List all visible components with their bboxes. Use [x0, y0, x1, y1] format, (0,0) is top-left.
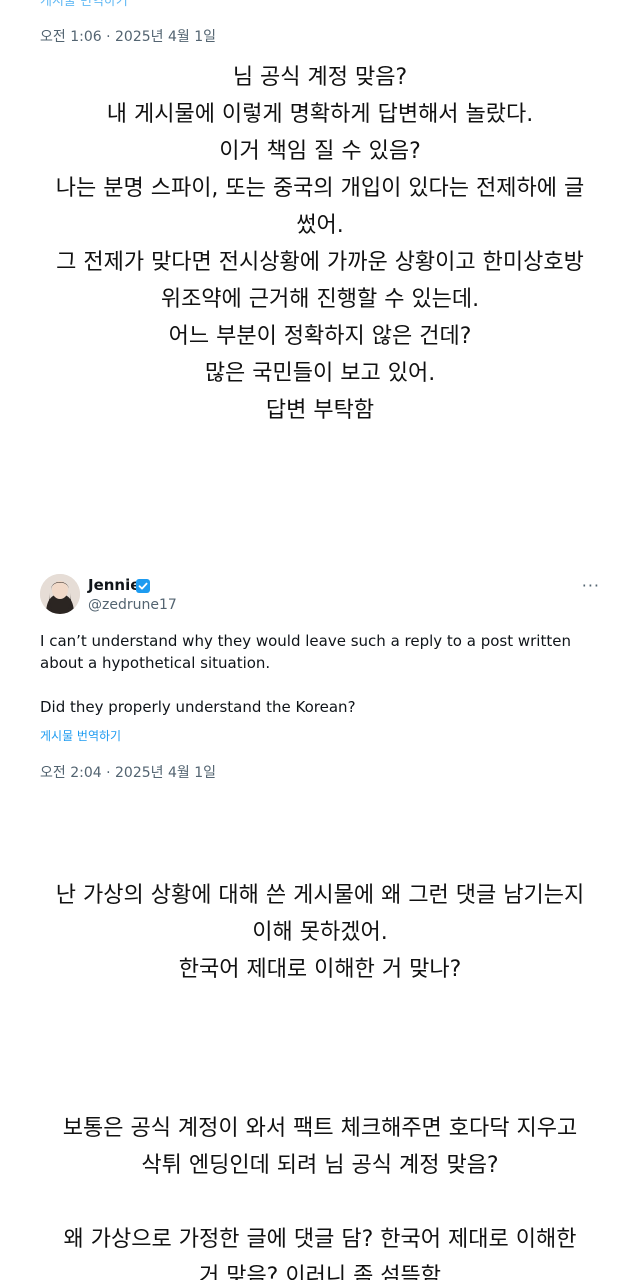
caption-line	[0, 1184, 640, 1221]
caption-line: 거 맞음? 이러니 좀 섬뜩함	[198, 1264, 442, 1280]
tweet-card[interactable]: Jennie @zedrune17 ··· I can’t understand…	[40, 572, 610, 792]
caption-block-3: 보통은 공식 계정이 와서 팩트 체크해주면 호다닥 지우고 삭튀 엔딩인데 되…	[0, 1110, 640, 1280]
tweet-timestamp[interactable]: 오전 2:04 · 2025년 4월 1일	[40, 762, 216, 782]
caption-line: 답변 부탁함	[265, 398, 375, 423]
avatar[interactable]	[40, 574, 80, 614]
caption-line: 그 전제가 맞다면 전시상황에 가까운 상황이고 한미상호방	[56, 250, 584, 275]
caption-line: 나는 분명 스파이, 또는 중국의 개입이 있다는 전제하에 글	[55, 176, 585, 201]
timestamp-top[interactable]: 오전 1:06 · 2025년 4월 1일	[40, 26, 216, 46]
translate-link-top[interactable]: 게시물 번역하기	[40, 0, 128, 9]
screenshot-page: 게시물 번역하기 오전 1:06 · 2025년 4월 1일 님 공식 계정 맞…	[0, 0, 640, 1280]
caption-block-2: 난 가상의 상황에 대해 쓴 게시물에 왜 그런 댓글 남기는지 이해 못하겠어…	[0, 877, 640, 988]
avatar-image-icon	[40, 574, 80, 614]
tweet-text-line: about a hypothetical situation.	[40, 654, 271, 672]
caption-line: 왜 가상으로 가정한 글에 댓글 담? 한국어 제대로 이해한	[63, 1227, 577, 1252]
caption-line: 삭튀 엔딩인데 되려 님 공식 계정 맞음?	[141, 1153, 499, 1178]
more-dots-icon[interactable]: ···	[582, 576, 600, 595]
caption-line: 님 공식 계정 맞음?	[232, 65, 408, 90]
tweet-text-line: Did they properly understand the Korean?	[40, 698, 356, 716]
tweet-body: I can’t understand why they would leave …	[40, 630, 600, 718]
verified-badge-icon	[136, 579, 150, 593]
translate-link[interactable]: 게시물 번역하기	[40, 727, 121, 744]
caption-line: 어느 부분이 정확하지 않은 건데?	[168, 324, 472, 349]
caption-block-1: 님 공식 계정 맞음? 내 게시물에 이렇게 명확하게 답변해서 놀랐다. 이거…	[0, 59, 640, 429]
caption-line: 이거 책임 질 수 있음?	[219, 139, 421, 164]
caption-line: 이해 못하겠어.	[252, 920, 388, 945]
caption-line: 위조약에 근거해 진행할 수 있는데.	[160, 287, 480, 312]
author-name[interactable]: Jennie	[88, 576, 140, 594]
caption-line: 내 게시물에 이렇게 명확하게 답변해서 놀랐다.	[106, 102, 534, 127]
caption-line: 난 가상의 상황에 대해 쓴 게시물에 왜 그런 댓글 남기는지	[55, 883, 585, 908]
caption-line: 썼어.	[296, 213, 344, 238]
tweet-text-line: I can’t understand why they would leave …	[40, 632, 571, 650]
caption-line: 한국어 제대로 이해한 거 맞나?	[178, 957, 462, 982]
caption-line: 보통은 공식 계정이 와서 팩트 체크해주면 호다닥 지우고	[62, 1116, 578, 1141]
caption-line: 많은 국민들이 보고 있어.	[204, 361, 436, 386]
author-handle[interactable]: @zedrune17	[88, 597, 177, 613]
